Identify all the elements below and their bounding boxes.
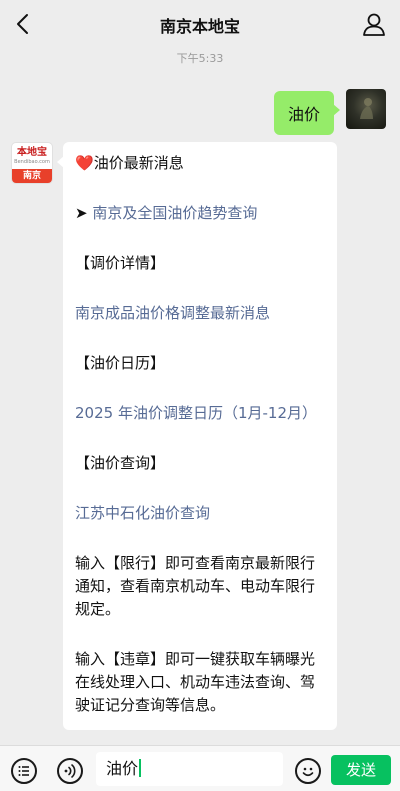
text-cursor [139, 759, 142, 777]
user-message-row: 油价 [190, 88, 390, 135]
bot-message-bubble: ❤️油价最新消息 ➤ 南京及全国油价趋势查询 【调价详情】 南京成品油价格调整最… [57, 142, 337, 730]
list-menu-icon [18, 766, 29, 776]
user-avatar[interactable] [346, 89, 386, 129]
heart-icon: ❤️ [75, 154, 94, 172]
emoji-icon [302, 767, 314, 777]
user-avatar-image [360, 98, 373, 119]
avatar-logo-subtext: Bendibao.com [14, 159, 50, 165]
send-button[interactable]: 发送 [331, 755, 391, 785]
query-heading: 【油价查询】 [75, 454, 166, 472]
avatar-city-label: 南京 [12, 169, 52, 183]
bot-avatar[interactable]: 本地宝 Bendibao.com 南京 [12, 143, 52, 183]
message-heading: 油价最新消息 [93, 154, 184, 172]
message-input[interactable]: 油价 [96, 752, 283, 786]
calendar-heading: 【油价日历】 [75, 354, 166, 372]
voice-icon [64, 764, 76, 778]
trend-link-line: ➤ 南京及全国油价趋势查询 [75, 202, 329, 225]
calendar-link[interactable]: 2025 年油价调整日历（1月-12月） [75, 402, 329, 425]
violation-info-text: 输入【违章】即可一键获取车辆曝光在线处理入口、机动车违法查询、驾驶证记分查询等信… [75, 650, 316, 714]
emoji-button[interactable] [295, 758, 321, 784]
trend-link[interactable]: 南京及全国油价趋势查询 [92, 204, 257, 222]
page-title: 南京本地宝 [159, 17, 240, 36]
query-link[interactable]: 江苏中石化油价查询 [75, 502, 329, 525]
avatar-logo-text: 本地宝 [17, 147, 47, 158]
adjust-heading: 【调价详情】 [75, 254, 166, 272]
message-input-value: 油价 [106, 759, 139, 778]
menu-button[interactable] [11, 758, 37, 784]
voice-button[interactable] [57, 758, 83, 784]
message-heading-line: ❤️油价最新消息 [75, 152, 329, 175]
message-timestamp: 下午5:33 [176, 52, 224, 65]
arrow-icon: ➤ [75, 204, 93, 222]
user-message-bubble[interactable]: 油价 [273, 91, 341, 135]
top-bar: 南京本地宝 [0, 0, 400, 48]
person-icon [363, 13, 385, 36]
adjust-link[interactable]: 南京成品油价格调整最新消息 [75, 302, 329, 325]
message-composer: 油价 发送 [0, 745, 400, 791]
profile-button[interactable] [360, 10, 388, 38]
limit-info-text: 输入【限行】即可查看南京最新限行通知，查看南京机动车、电动车限行规定。 [75, 554, 316, 618]
